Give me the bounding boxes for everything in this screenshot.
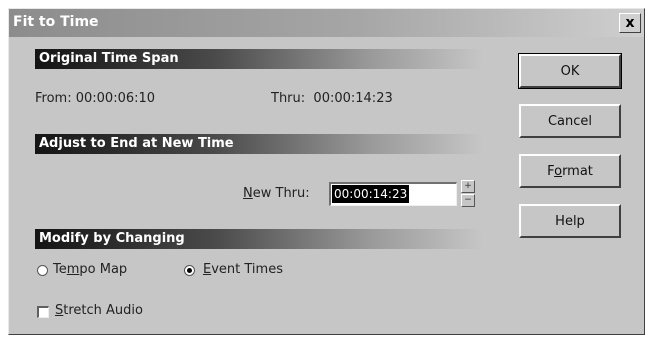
from-value: 00:00:06:10 — [75, 91, 156, 106]
thru-label: Thru: — [271, 91, 306, 106]
tempo-label-post: po Map — [79, 262, 128, 277]
original-time-span-header: Original Time Span — [35, 49, 483, 69]
new-thru-mnemonic: N — [243, 186, 253, 201]
adjust-end-header: Adjust to End at New Time — [35, 134, 483, 154]
stretch-audio-text: tretch Audio — [63, 303, 143, 318]
stretch-audio-checkbox[interactable] — [37, 306, 49, 318]
event-label-text: vent Times — [211, 262, 283, 277]
ok-button[interactable]: OK — [518, 53, 622, 89]
thru-display: Thru: 00:00:14:23 — [271, 91, 393, 106]
tempo-map-label[interactable]: Tempo Map — [53, 262, 127, 277]
format-button[interactable]: Format — [519, 154, 621, 188]
tempo-label-mnemonic: m — [66, 262, 80, 277]
spin-down-icon[interactable]: − — [461, 194, 475, 207]
from-display: From: 00:00:06:10 — [35, 91, 155, 106]
event-label-mnemonic: E — [203, 262, 212, 277]
cancel-button[interactable]: Cancel — [519, 104, 621, 138]
modify-by-changing-title: Modify by Changing — [39, 231, 185, 246]
format-label-post: rmat — [562, 164, 593, 179]
fit-to-time-dialog: Fit to Time x Original Time Span From: 0… — [8, 8, 645, 335]
new-thru-input[interactable]: 00:00:14:23 — [329, 182, 457, 206]
close-icon: x — [625, 15, 635, 31]
new-thru-label: New Thru: — [243, 186, 310, 201]
event-times-label[interactable]: Event Times — [203, 262, 283, 277]
tempo-map-radio[interactable] — [37, 265, 48, 276]
original-time-span-title: Original Time Span — [39, 51, 179, 66]
event-times-radio[interactable] — [184, 265, 195, 276]
dialog-title: Fit to Time — [13, 14, 99, 30]
tempo-label-pre: Te — [53, 262, 67, 277]
new-thru-label-text: ew Thru: — [252, 186, 310, 201]
modify-by-changing-header: Modify by Changing — [35, 229, 483, 249]
help-button[interactable]: Help — [519, 204, 621, 238]
thru-value: 00:00:14:23 — [313, 91, 393, 106]
title-bar[interactable]: Fit to Time x — [9, 9, 644, 37]
new-thru-spinner[interactable]: + − — [461, 180, 475, 208]
spin-up-icon[interactable]: + — [461, 180, 475, 193]
close-button[interactable]: x — [619, 13, 641, 33]
adjust-end-title: Adjust to End at New Time — [39, 136, 234, 151]
format-label-mnemonic: o — [554, 164, 563, 179]
stretch-audio-label[interactable]: Stretch Audio — [55, 303, 143, 318]
from-label: From: — [35, 91, 72, 106]
new-thru-value: 00:00:14:23 — [332, 185, 410, 203]
